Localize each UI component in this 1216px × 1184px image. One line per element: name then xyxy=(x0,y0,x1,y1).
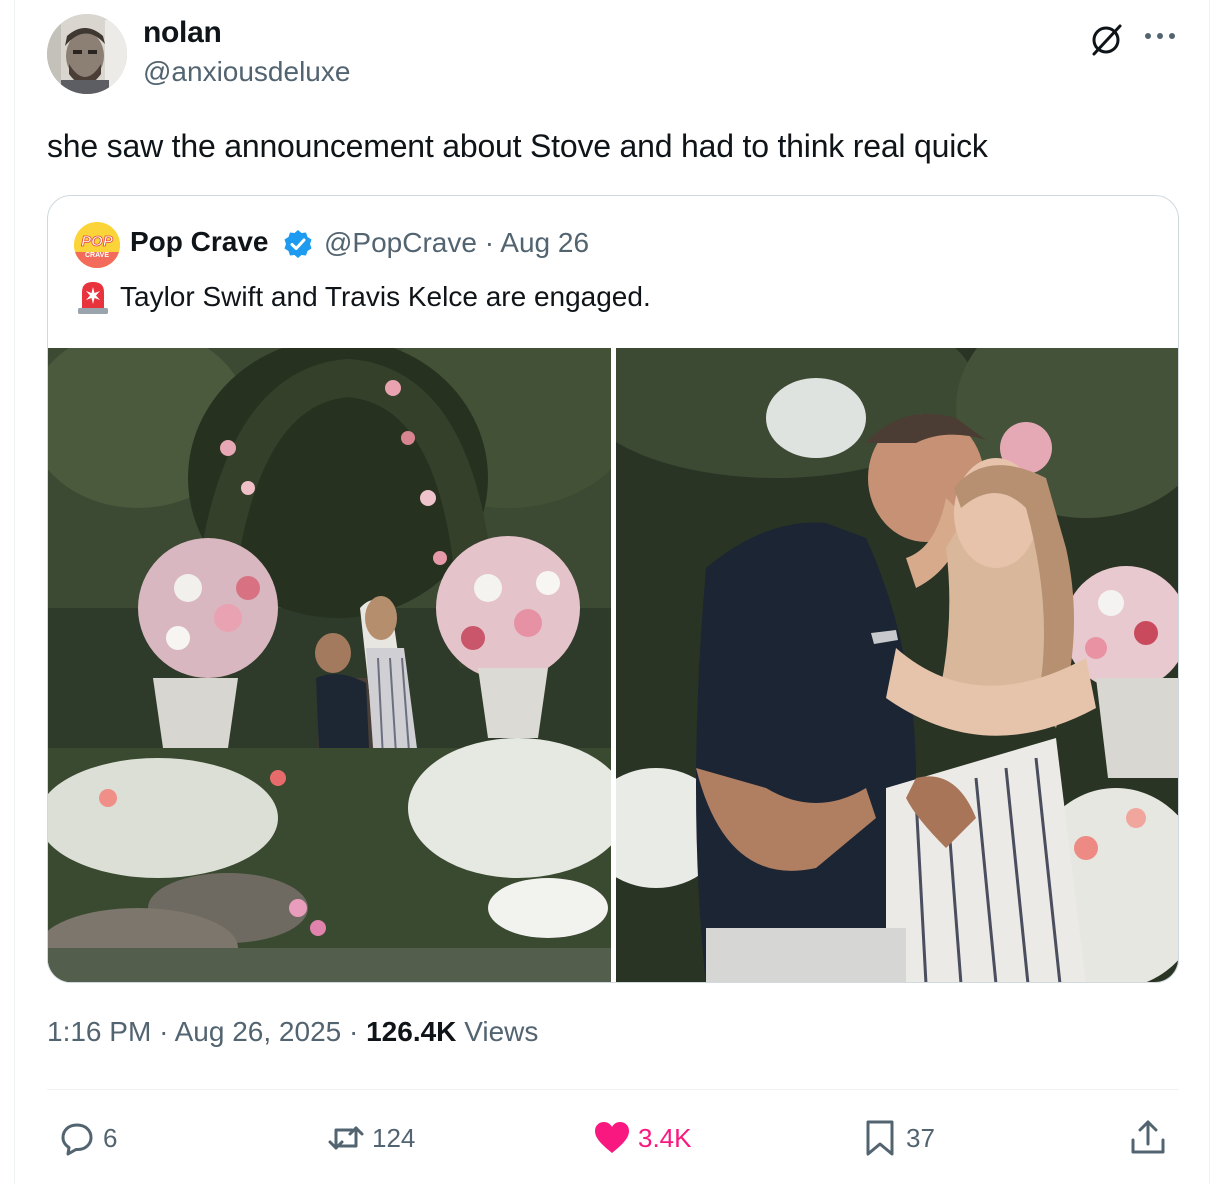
reply-count: 6 xyxy=(103,1122,118,1153)
divider xyxy=(47,1089,1179,1090)
quoted-photo-proposal[interactable] xyxy=(48,348,611,982)
repost-icon xyxy=(328,1126,364,1150)
share-button[interactable] xyxy=(1128,1116,1168,1160)
quoted-handle[interactable]: @PopCrave xyxy=(324,227,477,258)
tweet-meta: 1:16 PM · Aug 26, 2025 · 126.4K Views xyxy=(47,1016,538,1048)
bookmark-button[interactable]: 37 xyxy=(860,1116,935,1160)
police-siren-icon xyxy=(78,282,108,314)
verified-badge-icon xyxy=(284,230,312,258)
quoted-date[interactable]: Aug 26 xyxy=(500,227,589,258)
reply-icon xyxy=(61,1123,93,1156)
tweet-time[interactable]: 1:16 PM xyxy=(47,1016,151,1047)
author-name[interactable]: nolan xyxy=(143,16,222,50)
heart-icon xyxy=(595,1122,629,1153)
author-avatar[interactable] xyxy=(47,14,127,94)
share-icon xyxy=(1131,1120,1165,1154)
quoted-avatar[interactable]: POP CRAVE xyxy=(74,222,120,268)
dot-separator: · xyxy=(159,1016,169,1047)
tweet-text: she saw the announcement about Stove and… xyxy=(47,128,988,164)
quoted-photo-embrace[interactable] xyxy=(616,348,1178,982)
like-button[interactable]: 3.4K xyxy=(592,1116,692,1160)
quoted-avatar-pop: POP xyxy=(81,233,114,250)
dot-separator: · xyxy=(349,1016,359,1047)
author-handle[interactable]: @anxiousdeluxe xyxy=(143,56,350,88)
like-count: 3.4K xyxy=(638,1122,692,1153)
reply-button[interactable]: 6 xyxy=(57,1116,117,1160)
quoted-handle-date: @PopCrave · Aug 26 xyxy=(324,227,589,259)
views-count: 126.4K xyxy=(366,1016,457,1047)
views-label: Views xyxy=(464,1016,539,1047)
tweet-date[interactable]: Aug 26, 2025 xyxy=(175,1016,342,1047)
quoted-avatar-crave: CRAVE xyxy=(85,252,109,259)
bookmark-icon xyxy=(866,1120,894,1156)
quoted-text: Taylor Swift and Travis Kelce are engage… xyxy=(120,281,651,312)
more-options-icon[interactable] xyxy=(1140,24,1180,48)
dot-separator: · xyxy=(484,227,495,258)
repost-count: 124 xyxy=(372,1122,416,1153)
quoted-author-name[interactable]: Pop Crave xyxy=(130,226,269,258)
bookmark-count: 37 xyxy=(906,1122,935,1153)
repost-button[interactable]: 124 xyxy=(326,1116,415,1160)
grok-icon[interactable] xyxy=(1088,22,1124,58)
quoted-tweet-card[interactable]: POP CRAVE Pop Crave @PopCrave · Aug 26 T… xyxy=(47,195,1179,983)
